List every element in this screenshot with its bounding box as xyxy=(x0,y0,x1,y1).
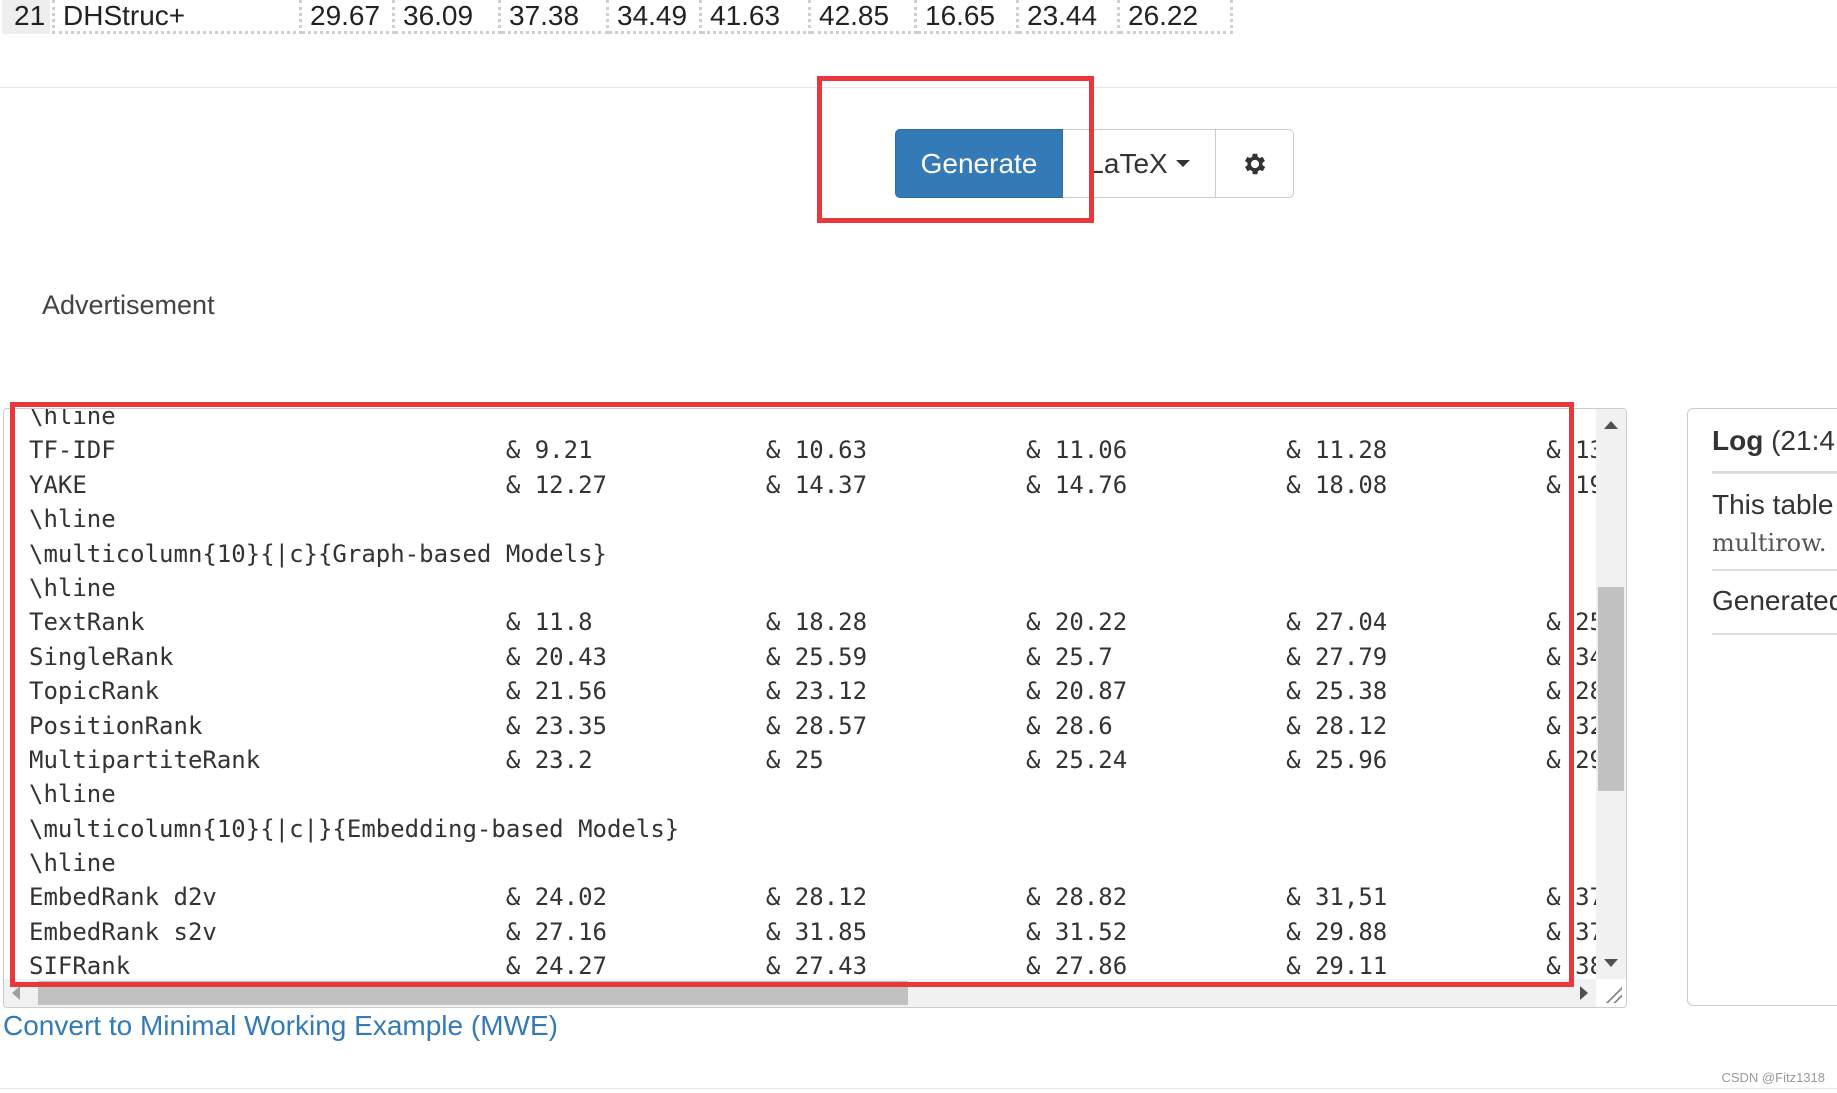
value-cell[interactable]: 29.67 xyxy=(302,0,395,34)
scroll-right-icon[interactable] xyxy=(1580,986,1588,1000)
code-line[interactable]: EmbedRank s2v & 27.16 & 31.85 & 31.52 & … xyxy=(29,915,1626,949)
code-line[interactable]: \multicolumn{10}{|c|}{Embedding-based Mo… xyxy=(29,812,1626,846)
generate-toolbar: Generate LaTeX xyxy=(895,129,1294,198)
divider xyxy=(0,1088,1837,1089)
format-label: LaTeX xyxy=(1088,147,1168,179)
code-line[interactable]: \hline xyxy=(29,571,1626,605)
code-line[interactable]: SingleRank & 20.43 & 25.59 & 25.7 & 27.7… xyxy=(29,640,1626,674)
caret-down-icon xyxy=(1175,160,1190,167)
latex-code-editor[interactable]: \hline TF-IDF & 9.21 & 10.63 & 11.06 & 11… xyxy=(3,408,1627,1008)
code-line[interactable]: \hline xyxy=(29,846,1626,880)
code-line[interactable]: EmbedRank d2v & 24.02 & 28.12 & 28.82 & … xyxy=(29,880,1626,914)
divider xyxy=(1712,633,1837,635)
divider xyxy=(1712,569,1837,571)
log-title: Log (21:4 xyxy=(1712,425,1835,457)
settings-button[interactable] xyxy=(1216,129,1294,198)
resize-grip-icon[interactable] xyxy=(1604,985,1622,1003)
code-content[interactable]: \hline TF-IDF & 9.21 & 10.63 & 11.06 & 11… xyxy=(29,409,1626,984)
divider xyxy=(1712,471,1837,474)
code-line[interactable]: TF-IDF & 9.21 & 10.63 & 11.06 & 11.28 & … xyxy=(29,433,1626,467)
value-cell[interactable]: 23.44 xyxy=(1019,0,1120,34)
scrollbar-thumb[interactable] xyxy=(38,981,908,1005)
log-code: multirow. xyxy=(1712,529,1827,557)
log-message: This table xyxy=(1712,489,1834,520)
row-name-cell[interactable]: DHStruc+ xyxy=(52,0,302,34)
horizontal-scrollbar[interactable] xyxy=(4,979,1596,1007)
scroll-down-icon[interactable] xyxy=(1604,959,1618,967)
format-dropdown[interactable]: LaTeX xyxy=(1063,129,1216,198)
generate-button[interactable]: Generate xyxy=(895,129,1063,198)
log-message: Generated xyxy=(1712,585,1837,616)
row-index: 21 xyxy=(2,0,50,34)
advertisement-label: Advertisement xyxy=(42,290,215,320)
code-line[interactable]: TopicRank & 21.56 & 23.12 & 20.87 & 25.3… xyxy=(29,674,1626,708)
gear-icon xyxy=(1244,153,1265,174)
scroll-up-icon[interactable] xyxy=(1604,421,1618,429)
vertical-scrollbar[interactable] xyxy=(1596,409,1626,979)
value-cell[interactable]: 42.85 xyxy=(811,0,917,34)
divider xyxy=(0,87,1837,88)
scrollbar-thumb[interactable] xyxy=(1598,587,1624,791)
value-cell[interactable]: 26.22 xyxy=(1120,0,1233,34)
code-line[interactable]: PositionRank & 23.35 & 28.57 & 28.6 & 28… xyxy=(29,709,1626,743)
log-panel: Log (21:4 This table multirow. Generated xyxy=(1687,408,1837,1006)
code-line[interactable]: \hline xyxy=(29,502,1626,536)
value-cell[interactable]: 16.65 xyxy=(917,0,1019,34)
value-cell[interactable]: 41.63 xyxy=(702,0,811,34)
code-line[interactable]: \hline xyxy=(29,777,1626,811)
value-cell[interactable]: 34.49 xyxy=(609,0,702,34)
code-line[interactable]: \hline xyxy=(29,409,1626,433)
log-title-time: (21:4 xyxy=(1771,425,1835,456)
convert-mwe-link[interactable]: Convert to Minimal Working Example (MWE) xyxy=(3,1010,558,1042)
log-title-bold: Log xyxy=(1712,425,1764,456)
code-line[interactable]: MultipartiteRank & 23.2 & 25 & 25.24 & 2… xyxy=(29,743,1626,777)
code-line[interactable]: TextRank & 11.8 & 18.28 & 20.22 & 27.04 … xyxy=(29,605,1626,639)
value-cell[interactable]: 37.38 xyxy=(501,0,609,34)
value-cell[interactable]: 36.09 xyxy=(395,0,501,34)
watermark: CSDN @Fitz1318 xyxy=(1721,1070,1825,1085)
code-line[interactable]: YAKE & 12.27 & 14.37 & 14.76 & 18.08 & 1… xyxy=(29,468,1626,502)
code-line[interactable]: \multicolumn{10}{|c}{Graph-based Models} xyxy=(29,537,1626,571)
scroll-left-icon[interactable] xyxy=(12,986,20,1000)
